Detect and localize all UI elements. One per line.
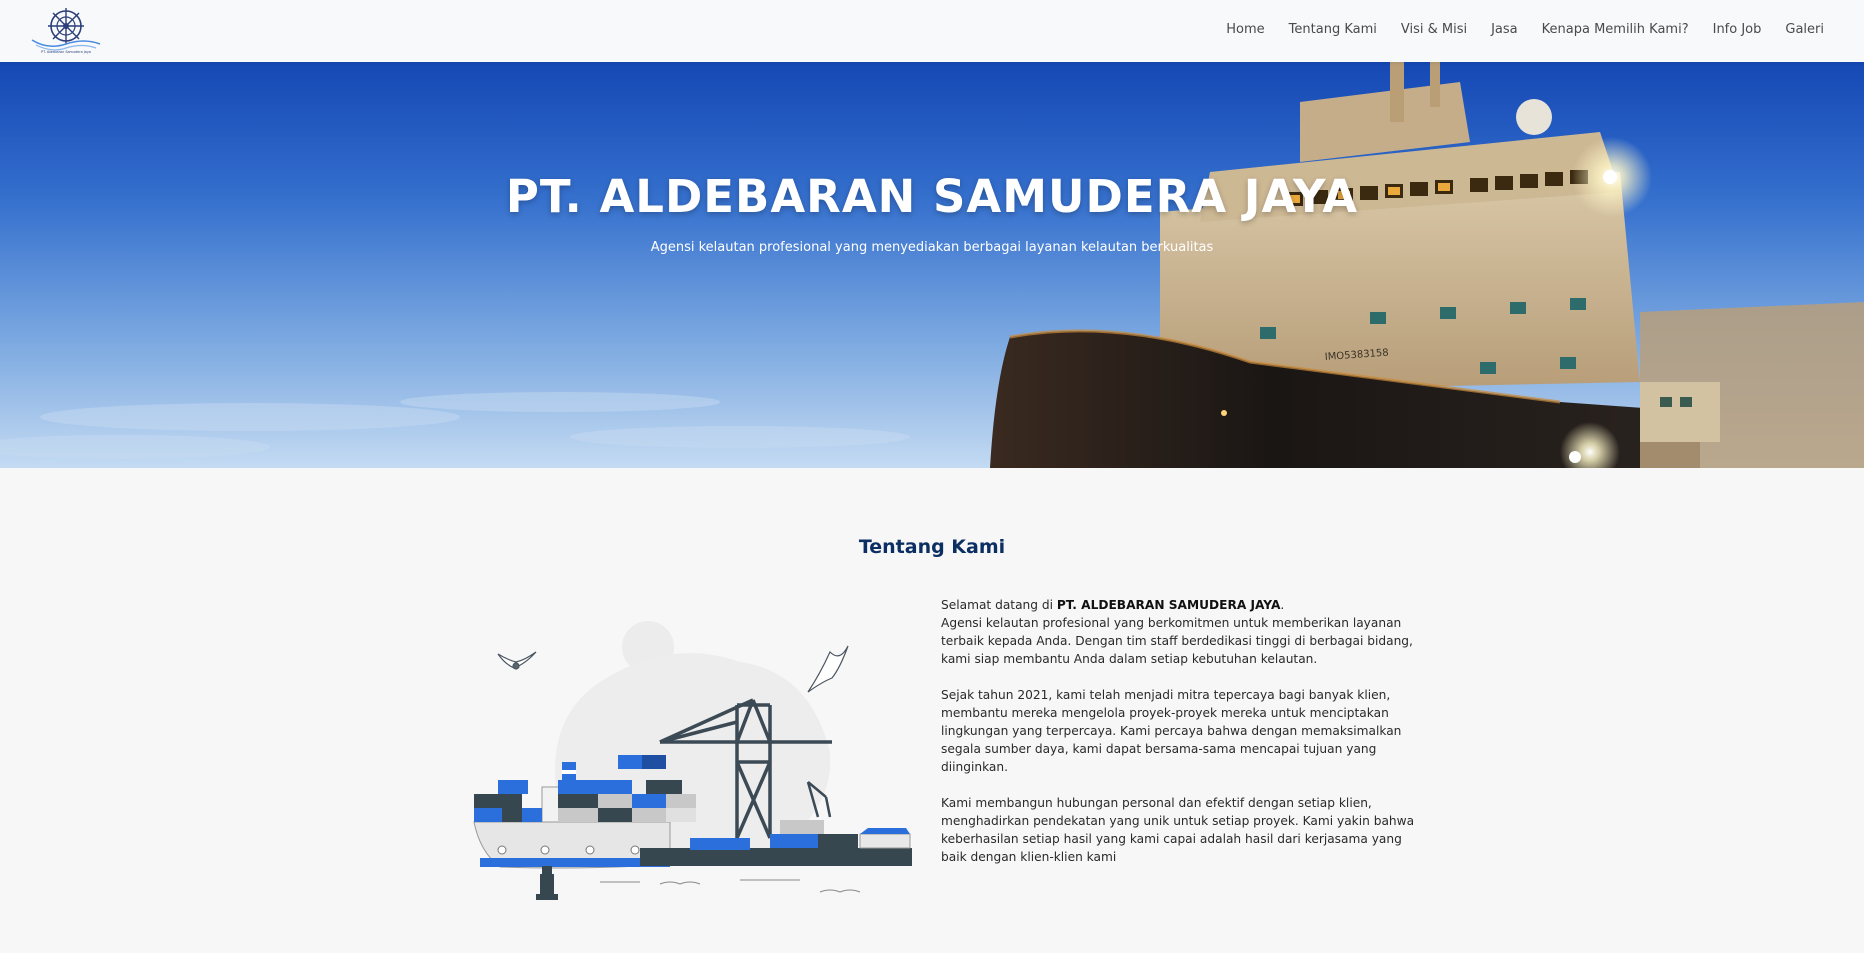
nav-visi-misi[interactable]: Visi & Misi (1389, 22, 1479, 37)
about-paragraph-2: Sejak tahun 2021, kami telah menjadi mit… (941, 688, 1402, 774)
ship-containers (474, 780, 696, 822)
company-logo[interactable]: PT. Aldebaran Samudera Jaya (28, 4, 104, 54)
nav-galeri[interactable]: Galeri (1773, 22, 1836, 37)
hero-banner: IMO5383158 PT. ALDEBARAN SAMUDERA JAYA A… (0, 62, 1864, 468)
about-section-title: Tentang Kami (858, 536, 1006, 558)
seagull-right-icon (807, 645, 849, 693)
port-illustration (470, 612, 912, 902)
nav-kenapa-memilih-kami[interactable]: Kenapa Memilih Kami? (1530, 22, 1701, 37)
about-paragraph-welcome: Selamat datang di PT. ALDEBARAN SAMUDERA… (941, 596, 1423, 614)
nav-menu: Home Tentang Kami Visi & Misi Jasa Kenap… (1214, 0, 1836, 58)
seagull-left-icon (497, 651, 537, 670)
about-description: Selamat datang di PT. ALDEBARAN SAMUDERA… (941, 596, 1423, 884)
nav-home[interactable]: Home (1214, 22, 1276, 37)
ship-wheel-logo-icon: PT. Aldebaran Samudera Jaya (31, 8, 101, 54)
nav-info-job[interactable]: Info Job (1701, 22, 1774, 37)
buoy-icon (536, 866, 558, 900)
hero-ship-photo: IMO5383158 (0, 62, 1864, 468)
nav-tentang-kami[interactable]: Tentang Kami (1277, 22, 1389, 37)
about-paragraph-3: Kami membangun hubungan personal dan efe… (941, 796, 1415, 864)
company-name: PT. ALDEBARAN SAMUDERA JAYA (1056, 598, 1281, 612)
about-paragraph-1: Agensi kelautan profesional yang berkomi… (941, 616, 1413, 666)
dock-quay (640, 848, 912, 866)
hero-subtitle: Agensi kelautan profesional yang menyedi… (650, 240, 1214, 255)
nav-jasa[interactable]: Jasa (1479, 22, 1530, 37)
hero-title: PT. ALDEBARAN SAMUDERA JAYA (505, 170, 1359, 223)
logo-caption: PT. Aldebaran Samudera Jaya (41, 50, 91, 54)
welcome-prefix: Selamat datang di (941, 598, 1057, 612)
top-navbar: PT. Aldebaran Samudera Jaya Home Tentang… (0, 0, 1864, 62)
welcome-suffix: . (1280, 598, 1285, 612)
